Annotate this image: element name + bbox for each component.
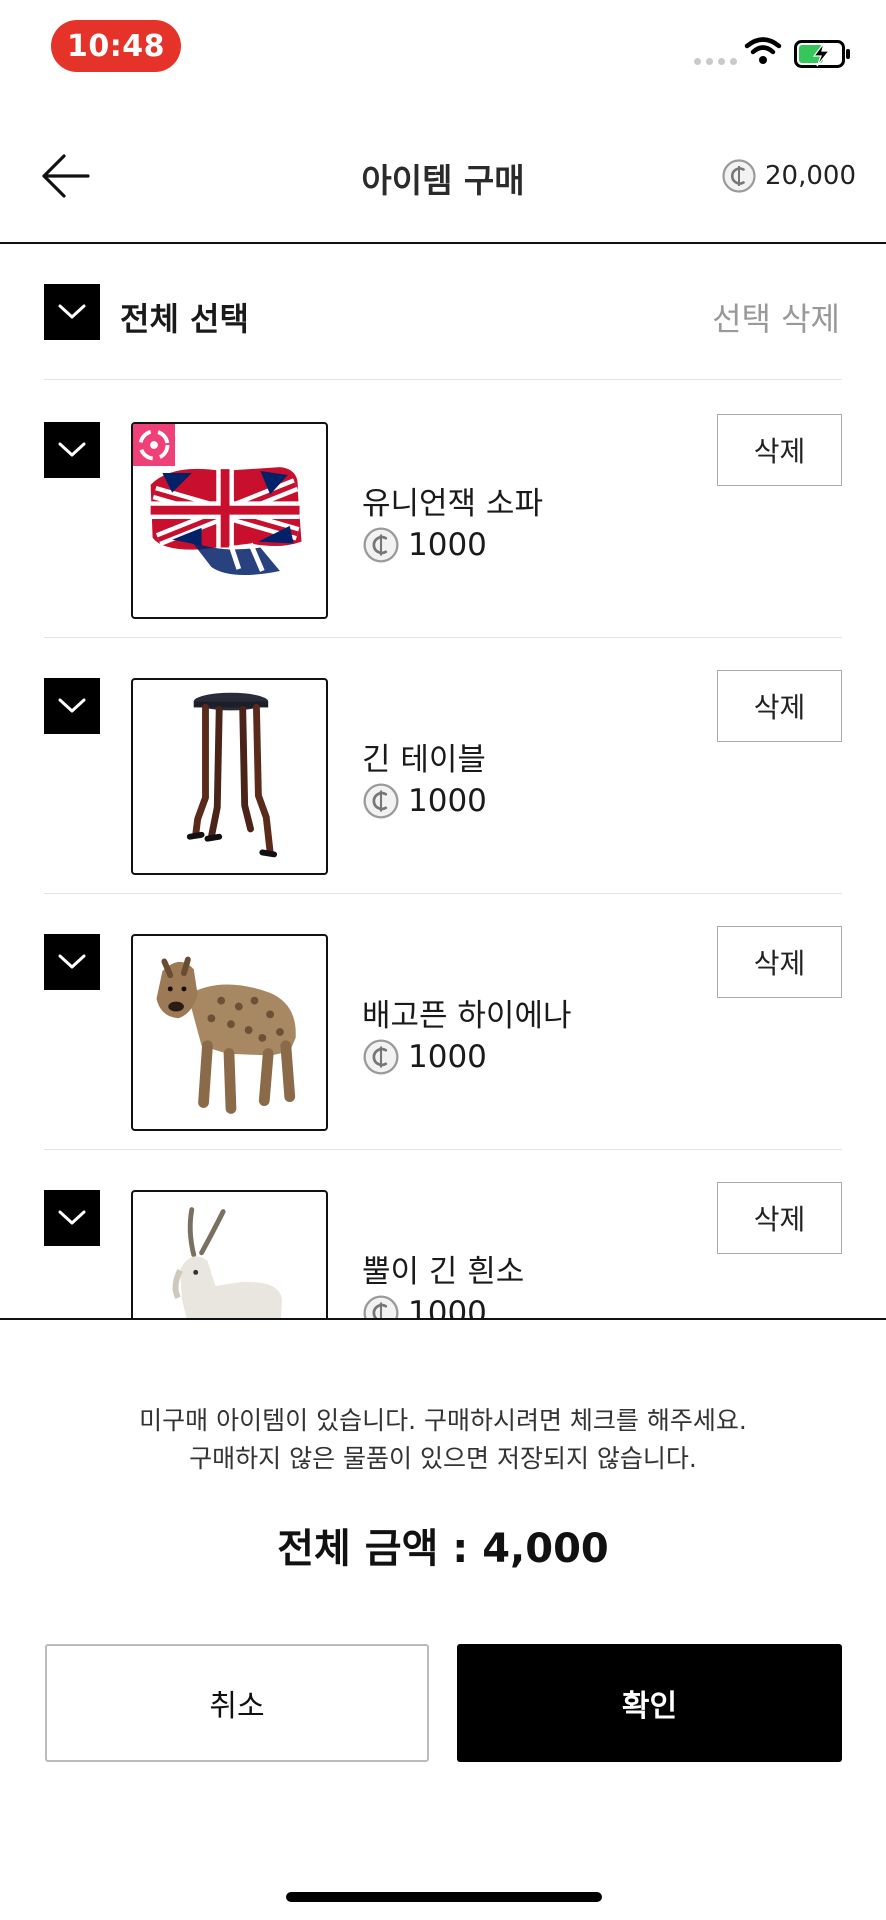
select-all-row: 전체 선택 선택 삭제 [44,284,842,380]
item-price: 1000 [362,1038,487,1076]
item-thumbnail[interactable] [131,678,328,875]
long-horned-antelope-icon [172,1207,282,1318]
notice-line: 미구매 아이템이 있습니다. 구매하시려면 체크를 해주세요. [139,1406,747,1435]
delete-item-button[interactable]: 삭제 [717,1182,842,1254]
item-price: 1000 [362,1294,487,1318]
list-item: 뿔이 긴 흰소 1000 삭제 [44,1150,842,1318]
item-list[interactable]: 유니언잭 소파 1000 삭제 긴 테이블 1000 삭제 배고픈 하이에나 1… [0,382,886,1318]
delete-item-button[interactable]: 삭제 [717,414,842,486]
chevron-down-icon [58,304,86,319]
item-thumbnail[interactable] [131,422,328,619]
unpurchased-notice: 미구매 아이템이 있습니다. 구매하시려면 체크를 해주세요. 구매하지 않은 … [0,1402,886,1478]
coin-icon [363,1295,399,1318]
item-price-value: 1000 [408,1039,487,1075]
status-time: 10:48 [51,20,181,72]
cellular-signal-icon [694,58,737,65]
item-checkbox[interactable] [44,678,100,734]
confirm-button[interactable]: 확인 [457,1644,842,1762]
item-price: 1000 [362,526,487,564]
hyena-icon [156,956,296,1114]
item-price: 1000 [362,782,487,820]
item-checkbox[interactable] [44,934,100,990]
item-checkbox[interactable] [44,422,100,478]
chevron-down-icon [58,698,86,713]
item-name: 긴 테이블 [362,742,486,778]
item-thumbnail[interactable] [131,934,328,1131]
ar-badge-icon [133,424,175,466]
header: 아이템 구매 20,000 [0,110,886,244]
item-checkbox[interactable] [44,1190,100,1246]
coin-balance: 20,000 [721,158,856,194]
delete-selected-button[interactable]: 선택 삭제 [712,294,840,340]
chevron-down-icon [58,954,86,969]
coin-icon [722,159,756,193]
list-item: 배고픈 하이에나 1000 삭제 [44,894,842,1150]
balance-value: 20,000 [765,161,856,191]
item-price-value: 1000 [408,1295,487,1318]
item-name: 배고픈 하이에나 [362,998,572,1034]
home-indicator[interactable] [286,1892,602,1902]
cancel-button[interactable]: 취소 [45,1644,429,1762]
select-all-checkbox[interactable] [44,284,100,340]
tall-table-icon [186,692,278,858]
purchase-summary-panel: 미구매 아이템이 있습니다. 구매하시려면 체크를 해주세요. 구매하지 않은 … [0,1318,886,1920]
total-amount: 전체 금액 : 4,000 [277,1526,609,1572]
coin-icon [363,527,399,563]
item-price-value: 1000 [408,783,487,819]
item-price-value: 1000 [408,527,487,563]
item-thumbnail[interactable] [131,1190,328,1318]
chevron-down-icon [58,1210,86,1225]
chevron-down-icon [58,442,86,457]
notice-line: 구매하지 않은 물품이 있으면 저장되지 않습니다. [189,1444,697,1473]
select-all-label: 전체 선택 [120,300,249,338]
wifi-icon [744,37,782,64]
item-name: 뿔이 긴 흰소 [362,1254,525,1290]
delete-item-button[interactable]: 삭제 [717,926,842,998]
delete-item-button[interactable]: 삭제 [717,670,842,742]
coin-icon [363,783,399,819]
item-name: 유니언잭 소파 [362,486,543,522]
status-bar: 10:48 [0,0,886,96]
list-item: 긴 테이블 1000 삭제 [44,638,842,894]
coin-icon [363,1039,399,1075]
battery-charging-icon [794,40,850,68]
list-item: 유니언잭 소파 1000 삭제 [44,382,842,638]
